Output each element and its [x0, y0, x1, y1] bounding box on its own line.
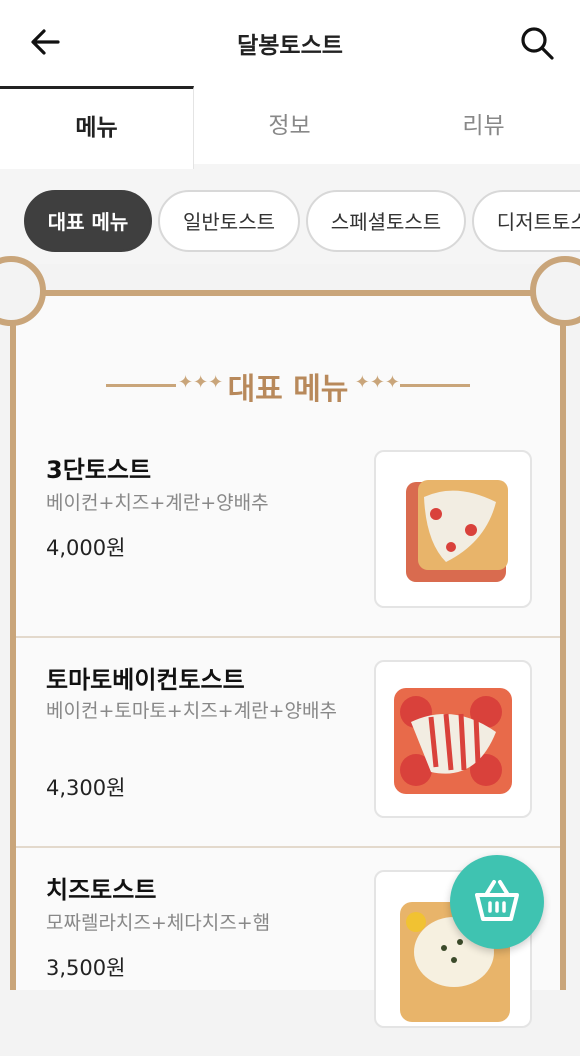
menu-item-price: 4,300원	[46, 776, 126, 800]
menu-item-photo[interactable]	[374, 450, 532, 608]
menu-item-price: 4,000원	[46, 536, 126, 560]
section-title: 대표 메뉴	[227, 372, 349, 407]
tab-info[interactable]: 정보	[193, 86, 386, 164]
tab-bar: 메뉴 정보 리뷰	[0, 86, 580, 169]
menu-item[interactable]: 토마토베이컨토스트 베이컨+토마토+치즈+계란+양배추 4,300원	[16, 636, 560, 848]
menu-item-description: 모짜렐라치즈+체다치즈+햄	[46, 912, 271, 934]
tab-menu[interactable]: 메뉴	[0, 86, 194, 169]
toast-image	[394, 688, 512, 794]
menu-item-name: 토마토베이컨토스트	[46, 666, 245, 694]
tab-reviews[interactable]: 리뷰	[387, 86, 580, 164]
basket-icon	[475, 880, 519, 921]
chip-special-toast[interactable]: 스페셜토스트	[306, 190, 466, 252]
category-chip-bar: 대표 메뉴 일반토스트 스페셜토스트 디저트토스트	[0, 164, 580, 264]
toast-image	[406, 480, 508, 582]
menu-item-description: 베이컨+치즈+계란+양배추	[46, 492, 269, 514]
chip-dessert-toast[interactable]: 디저트토스트	[472, 190, 580, 252]
menu-item-name: 3단토스트	[46, 456, 152, 484]
search-icon[interactable]	[518, 24, 556, 62]
menu-item[interactable]: 3단토스트 베이컨+치즈+계란+양배추 4,000원	[16, 426, 560, 638]
chip-regular-toast[interactable]: 일반토스트	[158, 190, 300, 252]
menu-item-photo[interactable]	[374, 660, 532, 818]
menu-item-price: 3,500원	[46, 956, 126, 980]
app-header: 달봉토스트	[0, 0, 580, 86]
menu-item-name: 치즈토스트	[46, 876, 157, 904]
chip-signature-menu[interactable]: 대표 메뉴	[24, 190, 152, 252]
cart-fab-button[interactable]	[450, 855, 544, 949]
page-title: 달봉토스트	[237, 33, 343, 59]
card-corner-decoration	[530, 256, 580, 326]
menu-item-description: 베이컨+토마토+치즈+계란+양배추	[46, 700, 337, 722]
ornament-diamonds: ✦✦✦	[354, 372, 400, 393]
card-corner-decoration	[0, 256, 46, 326]
ornament-line	[400, 384, 470, 387]
